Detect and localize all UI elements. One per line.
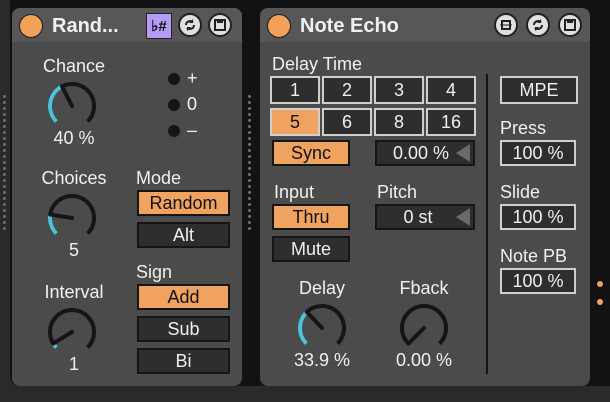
note-pb-field[interactable]: 100 % (500, 268, 576, 294)
mode-random-button[interactable]: Random (137, 190, 230, 216)
note-echo-save-icon[interactable] (558, 13, 582, 37)
mode-label: Mode (136, 168, 182, 188)
fback-knob[interactable] (394, 298, 454, 358)
delay-time-button-3[interactable]: 3 (374, 76, 424, 104)
note-echo-expand-icon[interactable] (494, 13, 518, 37)
delay-time-button-2[interactable]: 2 (322, 76, 372, 104)
offset-triangle-icon (456, 144, 470, 162)
pitch-triangle-icon (456, 208, 470, 226)
fback-label: Fback (399, 278, 449, 298)
left-grip[interactable] (3, 95, 7, 233)
sign-bi-button[interactable]: Bi (137, 348, 230, 374)
delay-knob[interactable] (292, 298, 352, 358)
delay-offset-value: 0.00 % (393, 142, 450, 163)
scale-icon[interactable]: ♭# (146, 13, 172, 39)
input-mute-button[interactable]: Mute (272, 236, 350, 262)
slide-label: Slide (500, 182, 541, 202)
scale-badge-label: ♭# (151, 18, 167, 35)
sync-button[interactable]: Sync (272, 140, 350, 166)
delay-knob-value: 33.9 % (293, 350, 351, 370)
interval-knob[interactable] (42, 302, 102, 362)
press-label: Press (500, 118, 547, 138)
random-device: Rand... ♭# Chance 40 % + 0 – Choices 5 M… (12, 8, 242, 386)
choices-value: 5 (68, 240, 79, 260)
random-save-icon[interactable] (208, 13, 232, 37)
random-title: Rand... (52, 15, 119, 37)
note-echo-device: Note Echo Delay Time 1 2 3 4 5 6 8 16 Sy… (260, 8, 590, 386)
mpe-button[interactable]: MPE (500, 76, 578, 104)
interval-value: 1 (68, 354, 79, 374)
chance-label: Chance (42, 56, 106, 76)
delay-time-button-16[interactable]: 16 (426, 108, 476, 136)
sign-label: Sign (136, 262, 173, 282)
input-label: Input (274, 182, 315, 202)
delay-knob-label: Delay (298, 278, 346, 298)
fback-value: 0.00 % (395, 350, 453, 370)
interval-label: Interval (44, 282, 104, 302)
sign-dot-plus[interactable] (168, 73, 180, 85)
press-field[interactable]: 100 % (500, 140, 576, 166)
delay-time-button-4[interactable]: 4 (426, 76, 476, 104)
sign-dot-plus-label: + (187, 68, 198, 88)
sign-add-button[interactable]: Add (137, 284, 230, 310)
delay-time-button-5[interactable]: 5 (270, 108, 320, 136)
delay-offset-field[interactable]: 0.00 % (375, 140, 475, 166)
mode-alt-button[interactable]: Alt (137, 222, 230, 248)
note-echo-title: Note Echo (300, 15, 399, 37)
delay-time-button-6[interactable]: 6 (322, 108, 372, 136)
pitch-field[interactable]: 0 st (375, 204, 475, 230)
sign-dot-minus[interactable] (168, 125, 180, 137)
input-thru-button[interactable]: Thru (272, 204, 350, 230)
modulation-dot-top (597, 281, 603, 287)
pitch-value: 0 st (403, 206, 433, 227)
delay-time-button-8[interactable]: 8 (374, 108, 424, 136)
delay-time-button-1[interactable]: 1 (270, 76, 320, 104)
chance-value: 40 % (53, 128, 95, 148)
chance-knob[interactable] (42, 76, 102, 136)
random-power-button[interactable] (19, 14, 43, 38)
choices-knob[interactable] (42, 188, 102, 248)
slide-field[interactable]: 100 % (500, 204, 576, 230)
sign-dot-zero[interactable] (168, 99, 180, 111)
note-echo-power-button[interactable] (267, 14, 291, 38)
middle-grip[interactable] (248, 95, 252, 233)
note-pb-label: Note PB (500, 246, 568, 266)
delay-time-label: Delay Time (272, 54, 363, 74)
choices-label: Choices (41, 168, 107, 188)
random-hotswap-icon[interactable] (178, 13, 202, 37)
note-echo-hotswap-icon[interactable] (526, 13, 550, 37)
pitch-label: Pitch (377, 182, 418, 202)
sign-dot-minus-label: – (187, 120, 198, 140)
echo-divider (486, 74, 488, 374)
sign-sub-button[interactable]: Sub (137, 316, 230, 342)
modulation-dot-bottom (597, 299, 603, 305)
sign-dot-zero-label: 0 (187, 94, 198, 114)
